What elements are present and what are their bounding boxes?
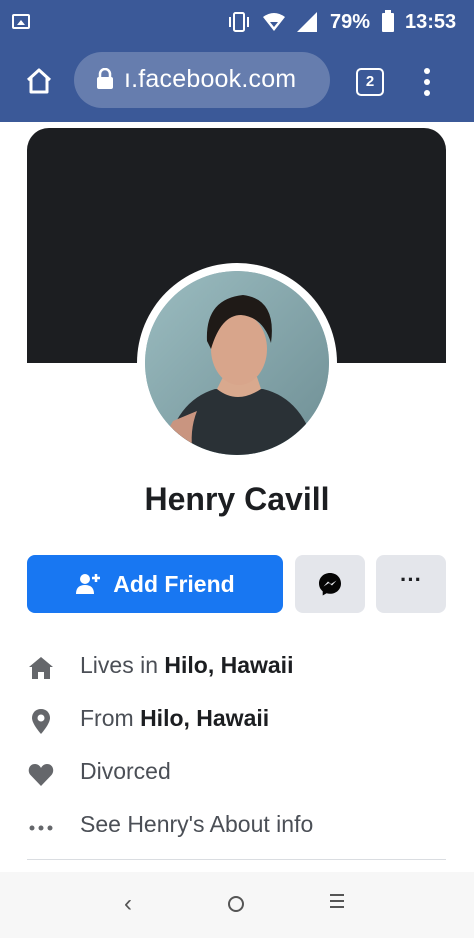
battery-icon — [382, 10, 394, 32]
home-circle-icon[interactable] — [228, 896, 244, 912]
info-lives-in: Lives in Hilo, Hawaii — [27, 648, 457, 688]
wifi-icon — [263, 13, 285, 31]
clock: 13:53 — [405, 11, 457, 33]
info-relationship: Divorced — [27, 754, 457, 794]
back-icon[interactable]: ‹ — [124, 890, 132, 918]
image-icon — [12, 14, 30, 29]
add-user-icon — [76, 574, 101, 594]
more-dots-icon — [29, 825, 53, 831]
status-bar: 79% 13:53 — [0, 0, 474, 44]
message-button[interactable] — [295, 555, 365, 613]
info-from-text: From Hilo, Hawaii — [80, 705, 270, 731]
battery-percent: 79% — [330, 11, 371, 33]
browser-toolbar: ı.facebook.com 2 — [0, 44, 474, 122]
top-chrome: 79% 13:53 ı.facebook.com 2 — [0, 0, 474, 122]
url-text: ı.facebook.com — [124, 65, 297, 93]
info-from: From Hilo, Hawaii — [27, 701, 457, 741]
profile-photo — [145, 271, 329, 455]
add-friend-button[interactable]: Add Friend — [27, 555, 283, 613]
location-pin-icon — [32, 709, 50, 734]
info-about-link[interactable]: See Henry's About info — [27, 807, 457, 847]
address-bar[interactable]: ı.facebook.com — [74, 52, 330, 108]
home-icon[interactable] — [24, 66, 54, 96]
more-options-button[interactable]: ··· — [376, 555, 446, 613]
system-nav-bar: ‹ — [0, 872, 474, 938]
messenger-icon — [319, 573, 341, 596]
divider — [27, 859, 446, 860]
profile-name: Henry Cavill — [144, 481, 330, 517]
heart-icon — [28, 764, 54, 786]
vibrate-icon — [229, 12, 249, 32]
overflow-menu-icon[interactable] — [423, 68, 431, 98]
info-lives-in-text: Lives in Hilo, Hawaii — [80, 652, 294, 678]
avatar[interactable] — [137, 263, 337, 463]
recent-apps-icon[interactable] — [330, 894, 344, 908]
signal-icon — [297, 12, 317, 32]
lock-icon — [97, 68, 113, 89]
add-friend-label: Add Friend — [113, 570, 235, 597]
info-relationship-text: Divorced — [80, 758, 171, 784]
home-icon — [29, 657, 53, 679]
tabs-icon[interactable]: 2 — [356, 68, 384, 96]
info-about-text: See Henry's About info — [80, 811, 314, 837]
